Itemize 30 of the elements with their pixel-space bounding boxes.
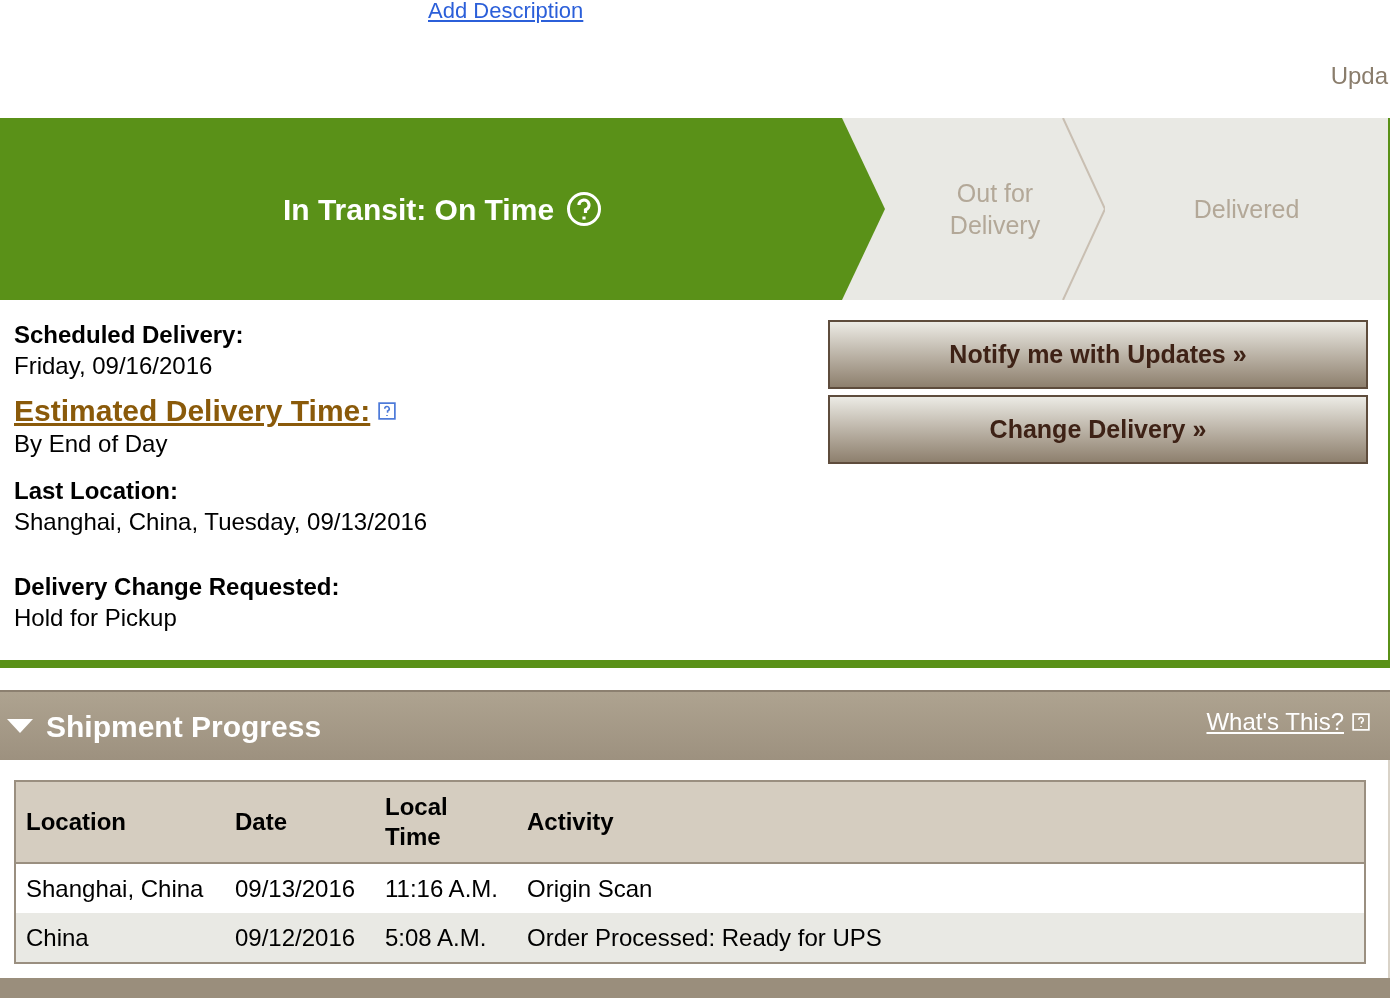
step-label: In Transit: On Time [282, 191, 555, 228]
table-cell: 5:08 A.M. [375, 913, 517, 963]
add-description-link[interactable]: Add Description [428, 0, 584, 27]
action-button[interactable]: Notify me with Updates » [828, 320, 1368, 389]
detail-label: Delivery Change Requested: [14, 572, 341, 602]
column-header: Date [225, 781, 375, 863]
section-title: Shipment Progress [46, 708, 322, 745]
action-button[interactable]: Change Delivery » [828, 395, 1368, 464]
step-label: Out for Delivery [948, 178, 1042, 241]
detail-label: Last Location: [14, 476, 179, 506]
detail-label: Scheduled Delivery: [14, 320, 245, 350]
table-cell: China [15, 913, 225, 963]
table-cell: 09/13/2016 [225, 863, 375, 913]
column-header: Activity [517, 781, 1365, 863]
detail-value: Shanghai, China, Tuesday, 09/13/2016 [14, 507, 429, 537]
step-label: Delivered [1193, 194, 1300, 225]
detail-value: Hold for Pickup [14, 603, 178, 633]
column-header: Local Time [375, 781, 517, 863]
updated-label: Upda [1330, 61, 1388, 91]
table-cell: 09/12/2016 [225, 913, 375, 963]
estimated-time-link[interactable]: Estimated Delivery Time: [14, 394, 371, 428]
collapse-caret-icon[interactable] [6, 717, 34, 735]
table-cell: Origin Scan [517, 863, 1365, 913]
column-header: Location [15, 781, 225, 863]
table-cell: Shanghai, China [15, 863, 225, 913]
detail-value: Friday, 09/16/2016 [14, 351, 214, 381]
help-icon[interactable] [378, 402, 397, 420]
table-cell: 11:16 A.M. [375, 863, 517, 913]
table-cell: Order Processed: Ready for UPS [517, 913, 1365, 963]
detail-value: By End of Day [14, 429, 169, 459]
